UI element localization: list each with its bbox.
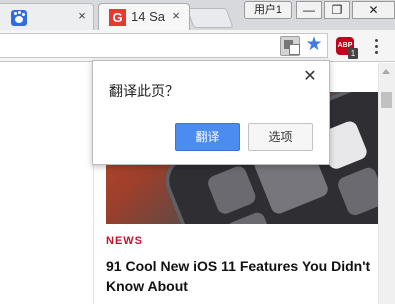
scroll-up-icon[interactable] (382, 69, 390, 74)
adblock-badge: 1 (348, 48, 358, 59)
new-tab-button[interactable] (186, 8, 234, 28)
popup-title: 翻译此页？ (109, 83, 179, 99)
options-button[interactable]: 选项 (248, 123, 313, 151)
bookmark-star-icon[interactable]: ★ (304, 35, 324, 55)
baidu-paw-icon (11, 10, 27, 26)
scrollbar-thumb[interactable] (381, 92, 392, 108)
address-bar[interactable] (0, 33, 328, 58)
profile-button[interactable]: 用户1 (244, 1, 292, 19)
adblock-extension-icon[interactable]: ABP 1 (336, 37, 358, 59)
minimize-button[interactable]: — (296, 1, 322, 19)
article-headline[interactable]: 91 Cool New iOS 11 Features You Didn't K… (106, 256, 374, 296)
translate-button[interactable]: 翻译 (175, 123, 240, 151)
tab-title: 14 Sa (131, 9, 165, 24)
tab-strip: × G 14 Sa × 用户1 — ❐ ✕ (0, 0, 395, 30)
close-icon[interactable]: ✕ (301, 68, 319, 86)
tab-close-button[interactable]: × (75, 9, 89, 23)
tab-close-button[interactable]: × (169, 9, 183, 23)
translate-icon[interactable] (280, 36, 300, 56)
translate-popup: 翻译此页？ ✕ 翻译 选项 (92, 60, 330, 165)
vertical-dots-icon[interactable] (370, 36, 384, 56)
tab-baidu[interactable]: × (0, 3, 94, 30)
maximize-button[interactable]: ❐ (324, 1, 350, 19)
window-close-button[interactable]: ✕ (352, 1, 395, 19)
article-category[interactable]: NEWS (106, 235, 143, 247)
gadgets-g-icon: G (109, 9, 126, 26)
tab-active[interactable]: G 14 Sa × (98, 3, 190, 30)
